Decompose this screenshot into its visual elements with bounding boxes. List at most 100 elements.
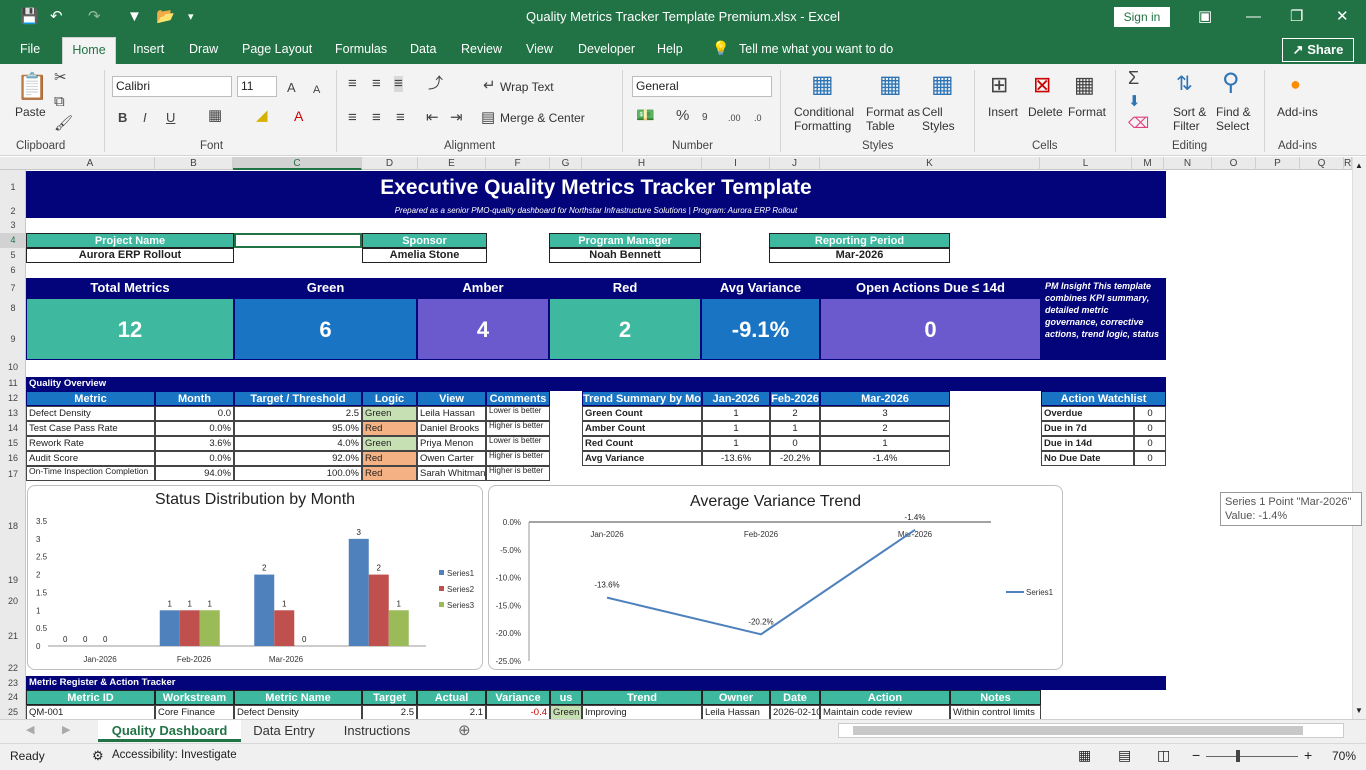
- table-cell[interactable]: 3.6%: [155, 436, 234, 451]
- table-cell[interactable]: 0: [1134, 406, 1166, 421]
- fill-icon[interactable]: ⬇: [1128, 94, 1141, 110]
- table-cell[interactable]: Leila Hassan: [417, 406, 486, 421]
- align-left-icon[interactable]: ≡: [348, 110, 357, 126]
- maximize-icon[interactable]: ❐: [1290, 7, 1303, 27]
- table-cell[interactable]: Leila Hassan: [702, 705, 770, 719]
- row-header[interactable]: 16: [0, 451, 26, 466]
- table-cell[interactable]: -0.4: [486, 705, 550, 719]
- column-header[interactable]: P: [1256, 157, 1300, 170]
- close-icon[interactable]: ✕: [1336, 7, 1349, 27]
- table-cell[interactable]: 3: [820, 406, 950, 421]
- table-cell[interactable]: Green Count: [582, 406, 702, 421]
- ribbon-display-icon[interactable]: ▣: [1198, 7, 1212, 27]
- column-header[interactable]: J: [770, 157, 820, 170]
- average-variance-chart[interactable]: Average Variance Trend 0.0% -5.0% -10.0% -1…: [488, 485, 1063, 670]
- sign-in-button[interactable]: Sign in: [1114, 7, 1170, 27]
- number-format-select[interactable]: General: [632, 76, 772, 97]
- align-bottom-icon[interactable]: ≡: [394, 76, 403, 92]
- table-cell[interactable]: Audit Score: [26, 451, 155, 466]
- column-header[interactable]: L: [1040, 157, 1132, 170]
- table-cell[interactable]: Amber Count: [582, 421, 702, 436]
- horizontal-scrollbar[interactable]: [838, 723, 1344, 738]
- addins-button[interactable]: Add-ins: [1277, 105, 1318, 119]
- merge-center-button[interactable]: Merge & Center: [500, 111, 585, 125]
- page-break-view-icon[interactable]: ◫: [1157, 747, 1170, 764]
- table-cell[interactable]: 95.0%: [234, 421, 362, 436]
- table-cell[interactable]: Daniel Brooks: [417, 421, 486, 436]
- table-cell[interactable]: Sarah Whitman: [417, 466, 486, 481]
- tab-developer[interactable]: Developer: [578, 42, 635, 56]
- copy-icon[interactable]: ⧉: [54, 94, 65, 110]
- tab-review[interactable]: Review: [461, 42, 502, 56]
- conditional-formatting-button[interactable]: Conditional Formatting: [794, 105, 854, 133]
- reporting-period-value[interactable]: Mar-2026: [769, 248, 950, 263]
- clear-icon[interactable]: ⌫: [1128, 116, 1149, 132]
- table-cell[interactable]: 1: [770, 421, 820, 436]
- table-cell[interactable]: Rework Rate: [26, 436, 155, 451]
- table-cell[interactable]: 1: [702, 436, 770, 451]
- row-header[interactable]: 4: [0, 233, 26, 248]
- column-header[interactable]: O: [1212, 157, 1256, 170]
- table-cell[interactable]: 2.1: [417, 705, 486, 719]
- table-cell[interactable]: Red: [362, 421, 417, 436]
- table-cell[interactable]: 4.0%: [234, 436, 362, 451]
- table-cell[interactable]: Lower is better: [486, 406, 550, 421]
- align-right-icon[interactable]: ≡: [396, 110, 405, 126]
- new-sheet-icon[interactable]: ⊕: [458, 721, 471, 739]
- column-header[interactable]: C: [233, 157, 362, 170]
- row-header[interactable]: 25: [0, 705, 26, 719]
- table-cell[interactable]: Due in 7d: [1041, 421, 1134, 436]
- column-header[interactable]: E: [418, 157, 486, 170]
- table-cell[interactable]: Higher is better: [486, 451, 550, 466]
- row-header[interactable]: 2: [0, 204, 26, 218]
- row-header[interactable]: 5: [0, 248, 26, 263]
- column-header[interactable]: A: [26, 157, 155, 170]
- column-header[interactable]: D: [362, 157, 418, 170]
- table-cell[interactable]: Red Count: [582, 436, 702, 451]
- status-distribution-chart[interactable]: Status Distribution by Month 3.5 3 2.5 2 1.5…: [27, 485, 483, 670]
- next-sheet-icon[interactable]: ▶: [62, 723, 70, 736]
- table-cell[interactable]: 2: [820, 421, 950, 436]
- table-cell[interactable]: Owen Carter: [417, 451, 486, 466]
- tab-draw[interactable]: Draw: [189, 42, 218, 56]
- table-cell[interactable]: Maintain code review: [820, 705, 950, 719]
- table-cell[interactable]: -1.4%: [820, 451, 950, 466]
- row-header[interactable]: 24: [0, 690, 26, 705]
- table-cell[interactable]: 0: [1134, 421, 1166, 436]
- row-header[interactable]: 6: [0, 263, 26, 278]
- table-cell[interactable]: Improving: [582, 705, 702, 719]
- share-button[interactable]: ↗ Share: [1282, 38, 1354, 62]
- sponsor-value[interactable]: Amelia Stone: [362, 248, 487, 263]
- table-cell[interactable]: 0: [1134, 436, 1166, 451]
- table-cell[interactable]: 94.0%: [155, 466, 234, 481]
- table-cell[interactable]: QM-001: [26, 705, 155, 719]
- table-cell[interactable]: 0.0%: [155, 451, 234, 466]
- fill-color-icon[interactable]: ◢: [256, 108, 268, 124]
- row-header[interactable]: 21: [0, 612, 26, 660]
- decrease-font-icon[interactable]: A: [313, 82, 320, 98]
- format-as-table-button[interactable]: Format as Table: [866, 105, 920, 133]
- accessibility-status[interactable]: Accessibility: Investigate: [112, 749, 237, 761]
- column-header[interactable]: K: [820, 157, 1040, 170]
- comma-style-icon[interactable]: 9: [702, 110, 708, 126]
- table-cell[interactable]: 1: [820, 436, 950, 451]
- underline-icon[interactable]: U: [166, 110, 175, 126]
- table-cell[interactable]: -20.2%: [770, 451, 820, 466]
- row-header[interactable]: 3: [0, 218, 26, 233]
- paste-icon[interactable]: 📋: [16, 72, 48, 100]
- column-header[interactable]: N: [1164, 157, 1212, 170]
- scroll-up-icon[interactable]: ▲: [1355, 161, 1363, 170]
- row-header[interactable]: 14: [0, 421, 26, 436]
- zoom-slider-thumb[interactable]: [1236, 750, 1240, 762]
- table-cell[interactable]: 100.0%: [234, 466, 362, 481]
- autosum-icon[interactable]: Σ: [1128, 69, 1139, 87]
- font-name-select[interactable]: Calibri: [112, 76, 232, 97]
- column-header[interactable]: M: [1132, 157, 1164, 170]
- row-header[interactable]: 8: [0, 298, 26, 318]
- prev-sheet-icon[interactable]: ◀: [26, 723, 34, 736]
- table-cell[interactable]: Higher is better: [486, 466, 550, 481]
- table-cell[interactable]: Priya Menon: [417, 436, 486, 451]
- format-painter-icon[interactable]: 🖌: [54, 116, 73, 132]
- tab-insert[interactable]: Insert: [133, 42, 164, 56]
- table-cell[interactable]: Due in 14d: [1041, 436, 1134, 451]
